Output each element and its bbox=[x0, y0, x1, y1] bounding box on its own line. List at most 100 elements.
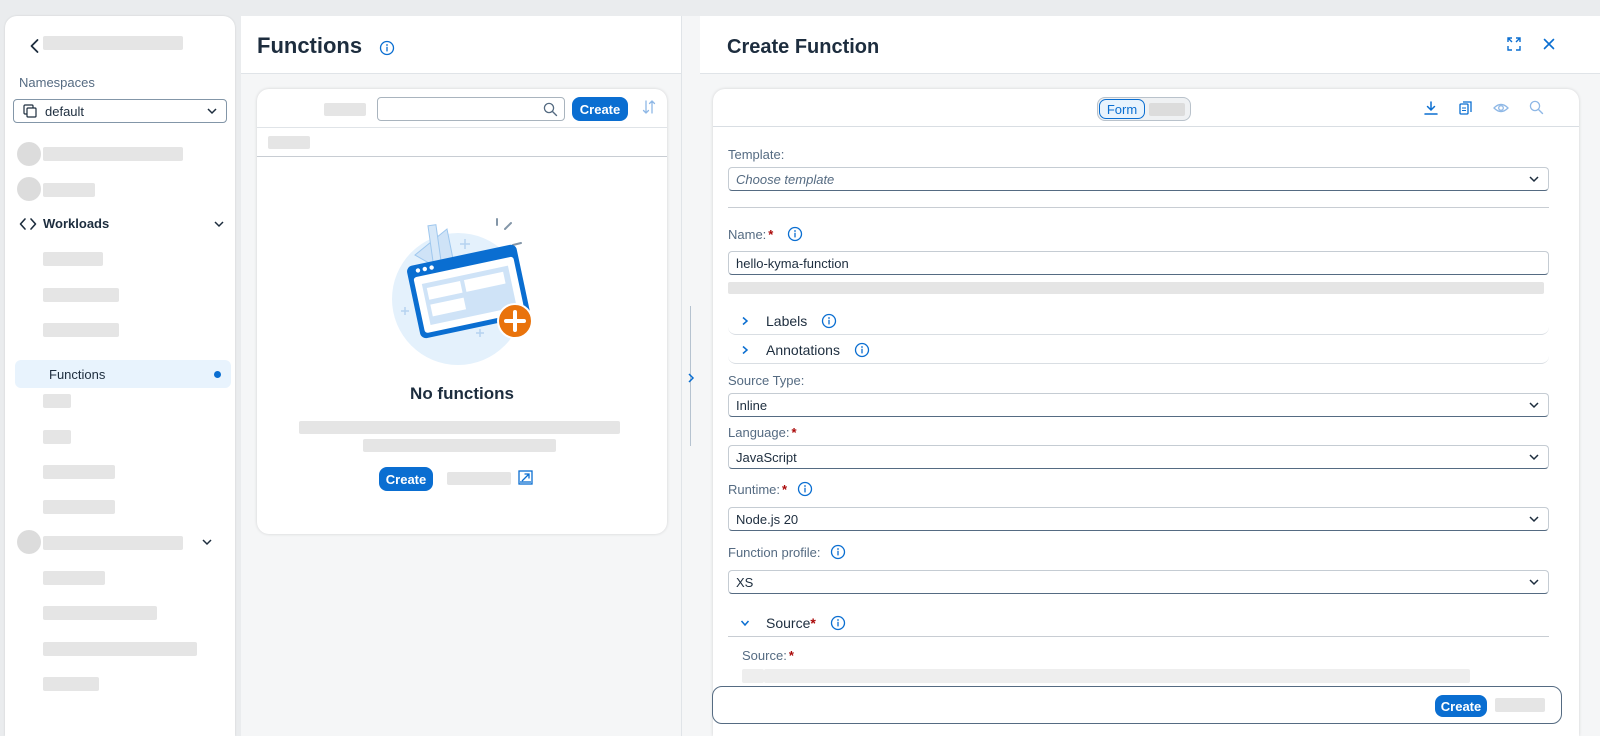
nav-item-placeholder[interactable] bbox=[43, 288, 119, 302]
nav-item-placeholder[interactable] bbox=[43, 394, 71, 408]
sidebar: Namespaces default Workloads Functions bbox=[5, 16, 235, 736]
nav-group-label: Workloads bbox=[43, 216, 110, 231]
code-icon bbox=[19, 217, 37, 231]
search-icon bbox=[543, 102, 558, 117]
create-header: Create Function bbox=[700, 16, 1600, 74]
sidebar-item-functions[interactable]: Functions bbox=[15, 360, 231, 388]
annotations-section[interactable]: Annotations bbox=[728, 336, 1549, 364]
source-label-text: Source: bbox=[742, 648, 787, 663]
name-input[interactable]: hello-kyma-function bbox=[728, 251, 1549, 275]
template-select[interactable]: Choose template bbox=[728, 167, 1549, 191]
chevron-right-icon[interactable] bbox=[685, 372, 697, 384]
info-icon[interactable] bbox=[830, 544, 846, 560]
nav-item-placeholder[interactable] bbox=[43, 677, 99, 691]
runtime-label: Runtime: * bbox=[728, 482, 787, 497]
fullscreen-icon[interactable] bbox=[1506, 36, 1522, 52]
learn-more-link-placeholder[interactable] bbox=[447, 472, 511, 485]
separator bbox=[728, 207, 1549, 208]
source-type-select[interactable]: Inline bbox=[728, 393, 1549, 417]
chevron-down-icon bbox=[1528, 451, 1540, 463]
mode-segmented-button: Form bbox=[1097, 97, 1191, 121]
back-icon[interactable] bbox=[25, 36, 45, 56]
search-icon[interactable] bbox=[1529, 100, 1544, 115]
empty-state-description-placeholder bbox=[299, 421, 620, 434]
runtime-select[interactable]: Node.js 20 bbox=[728, 507, 1549, 531]
annotations-section-title: Annotations bbox=[766, 341, 840, 358]
nav-item-placeholder[interactable] bbox=[43, 500, 115, 514]
chevron-down-icon bbox=[1528, 576, 1540, 588]
chevron-down-icon bbox=[740, 618, 750, 628]
language-label: Language: * bbox=[728, 425, 797, 440]
runtime-label-text: Runtime: bbox=[728, 482, 781, 497]
nav-item-placeholder[interactable] bbox=[43, 465, 115, 479]
cluster-name-placeholder bbox=[43, 36, 183, 50]
mode-yaml-button[interactable] bbox=[1149, 103, 1185, 116]
nav-item-placeholder[interactable] bbox=[43, 183, 95, 197]
language-select[interactable]: JavaScript bbox=[728, 445, 1549, 469]
cancel-button-placeholder[interactable] bbox=[1495, 698, 1545, 712]
create-title: Create Function bbox=[727, 36, 880, 58]
list-header: Functions bbox=[241, 16, 681, 74]
info-icon[interactable] bbox=[821, 313, 837, 329]
required-marker: * bbox=[782, 482, 788, 497]
namespace-value: default bbox=[45, 103, 85, 119]
nav-item-icon bbox=[17, 177, 41, 201]
function-profile-select[interactable]: XS bbox=[728, 570, 1549, 594]
info-icon[interactable] bbox=[787, 226, 803, 242]
name-label-text: Name: bbox=[728, 227, 767, 242]
function-profile-label: Function profile: bbox=[728, 545, 821, 560]
chevron-down-icon bbox=[1528, 513, 1540, 525]
source-section[interactable]: Source * bbox=[728, 609, 1549, 637]
chevron-down-icon[interactable] bbox=[201, 536, 213, 548]
nav-item-placeholder[interactable] bbox=[43, 252, 103, 266]
name-value: hello-kyma-function bbox=[736, 255, 849, 271]
create-button[interactable]: Create bbox=[572, 97, 628, 121]
create-form-card: Form Template: Choose template Name: * h… bbox=[713, 89, 1579, 736]
page-title: Functions bbox=[257, 33, 363, 58]
nav-item-placeholder[interactable] bbox=[43, 430, 71, 444]
form-footer: Create bbox=[712, 686, 1562, 724]
info-icon[interactable] bbox=[379, 40, 395, 56]
nav-group-placeholder[interactable] bbox=[43, 536, 183, 550]
nav-group-workloads[interactable]: Workloads bbox=[19, 216, 225, 231]
download-icon[interactable] bbox=[1423, 100, 1439, 116]
name-label: Name: * bbox=[728, 227, 773, 242]
table-header-row bbox=[257, 127, 667, 157]
required-marker: * bbox=[810, 614, 816, 631]
column-divider[interactable] bbox=[681, 16, 700, 736]
empty-create-button[interactable]: Create bbox=[379, 467, 433, 491]
mode-form-button[interactable]: Form bbox=[1099, 99, 1145, 119]
functions-list-panel: Functions Create No functions Create bbox=[241, 16, 681, 736]
required-marker: * bbox=[791, 425, 797, 440]
close-icon[interactable] bbox=[1542, 37, 1556, 51]
show-icon[interactable] bbox=[1493, 100, 1509, 116]
submit-create-button[interactable]: Create bbox=[1435, 695, 1487, 717]
copy-icon[interactable] bbox=[1458, 100, 1474, 116]
sidebar-item-label: Functions bbox=[49, 366, 106, 382]
nav-item-placeholder[interactable] bbox=[43, 606, 157, 620]
nav-item-placeholder[interactable] bbox=[43, 323, 119, 337]
nav-item-placeholder[interactable] bbox=[43, 642, 197, 656]
sort-icon[interactable] bbox=[641, 99, 657, 115]
nav-item-placeholder[interactable] bbox=[43, 147, 183, 161]
nav-item-icon bbox=[17, 142, 41, 166]
active-indicator bbox=[214, 371, 221, 378]
external-link-icon[interactable] bbox=[518, 470, 533, 485]
namespace-icon bbox=[22, 103, 38, 119]
chevron-right-icon bbox=[740, 316, 750, 326]
nav-item-placeholder[interactable] bbox=[43, 571, 105, 585]
chevron-down-icon bbox=[1528, 399, 1540, 411]
info-icon[interactable] bbox=[830, 615, 846, 631]
runtime-value: Node.js 20 bbox=[736, 511, 799, 527]
search-input[interactable] bbox=[377, 97, 565, 121]
info-icon[interactable] bbox=[797, 481, 813, 497]
chevron-down-icon bbox=[1528, 173, 1540, 185]
code-gutter-placeholder bbox=[742, 669, 764, 683]
code-editor-placeholder[interactable] bbox=[764, 669, 1470, 683]
column-header-placeholder bbox=[268, 136, 310, 149]
labels-section[interactable]: Labels bbox=[728, 307, 1549, 335]
template-label: Template: bbox=[728, 147, 785, 162]
namespace-select[interactable]: default bbox=[13, 99, 227, 123]
toolbar-placeholder bbox=[324, 103, 366, 116]
info-icon[interactable] bbox=[854, 342, 870, 358]
